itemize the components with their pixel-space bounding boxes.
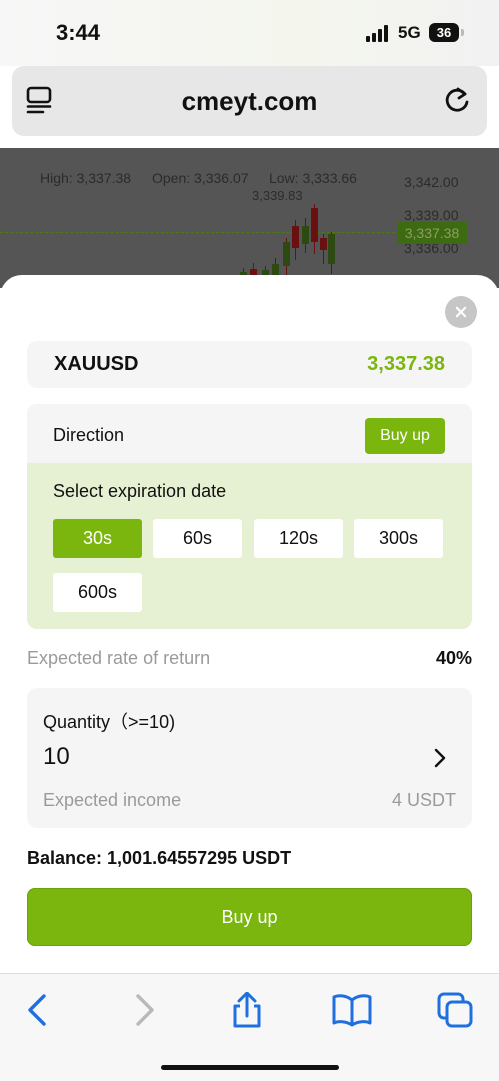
status-bar: 3:44 5G 36 bbox=[0, 0, 499, 66]
back-icon[interactable] bbox=[20, 992, 56, 1028]
chart-tick: 3,339.00 bbox=[404, 207, 459, 223]
battery-icon: 36 bbox=[429, 23, 464, 42]
status-time: 3:44 bbox=[56, 20, 101, 45]
tabs-icon[interactable] bbox=[437, 992, 473, 1028]
quantity-value[interactable]: 10 bbox=[43, 743, 70, 771]
chart-high: High: 3,337.38 bbox=[40, 170, 132, 186]
return-label: Expected rate of return bbox=[27, 648, 211, 668]
current-price-line bbox=[0, 232, 400, 233]
address-bar[interactable]: cmeyt.com bbox=[12, 66, 487, 136]
network-label: 5G bbox=[398, 23, 421, 42]
order-sheet: XAUUSD 3,337.38 Direction Buy up Select … bbox=[0, 275, 499, 975]
buy-up-button[interactable]: Buy up bbox=[27, 888, 472, 946]
quantity-label: Quantity（>=10) bbox=[43, 712, 176, 732]
expiration-option-120s[interactable]: 120s bbox=[254, 519, 343, 558]
income-label: Expected income bbox=[43, 790, 182, 810]
chart-peak-label: 3,339.83 bbox=[252, 188, 303, 203]
expiration-option-30s[interactable]: 30s bbox=[53, 519, 142, 558]
reload-icon[interactable] bbox=[443, 85, 471, 115]
symbol-name: XAUUSD bbox=[54, 353, 139, 375]
direction-badge[interactable]: Buy up bbox=[365, 418, 445, 454]
current-price-tag: 3,337.38 bbox=[397, 222, 467, 244]
chart-tick: 3,342.00 bbox=[404, 174, 459, 190]
direction-header: Direction Buy up bbox=[27, 404, 472, 463]
expiration-label: Select expiration date bbox=[53, 481, 227, 501]
quantity-card[interactable]: Quantity（>=10) 10 Expected income 4 USDT bbox=[27, 688, 472, 828]
bookmarks-icon[interactable] bbox=[332, 992, 372, 1028]
share-icon[interactable] bbox=[229, 992, 265, 1028]
expiration-option-60s[interactable]: 60s bbox=[153, 519, 242, 558]
return-value: 40% bbox=[435, 648, 472, 668]
symbol-price: 3,337.38 bbox=[367, 353, 445, 375]
price-chart-backdrop: High: 3,337.38 Open: 3,336.07 Low: 3,333… bbox=[0, 148, 499, 288]
close-button[interactable] bbox=[445, 296, 477, 328]
signal-icon bbox=[366, 25, 392, 42]
home-indicator bbox=[161, 1065, 339, 1070]
direction-panel: Direction Buy up Select expiration date … bbox=[27, 404, 472, 629]
browser-toolbar bbox=[0, 973, 499, 1081]
income-value: 4 USDT bbox=[391, 790, 456, 810]
chart-open: Open: 3,336.07 bbox=[152, 170, 249, 186]
expiration-option-300s[interactable]: 300s bbox=[354, 519, 443, 558]
chevron-right-icon[interactable] bbox=[434, 748, 446, 768]
direction-label: Direction bbox=[53, 425, 125, 445]
url-text[interactable]: cmeyt.com bbox=[12, 86, 487, 117]
expiration-option-600s[interactable]: 600s bbox=[53, 573, 142, 612]
balance-text: Balance: 1,001.64557295 USDT bbox=[27, 848, 292, 868]
chart-low: Low: 3,333.66 bbox=[269, 170, 357, 186]
symbol-row: XAUUSD 3,337.38 bbox=[27, 341, 472, 388]
forward-icon[interactable] bbox=[126, 992, 162, 1028]
